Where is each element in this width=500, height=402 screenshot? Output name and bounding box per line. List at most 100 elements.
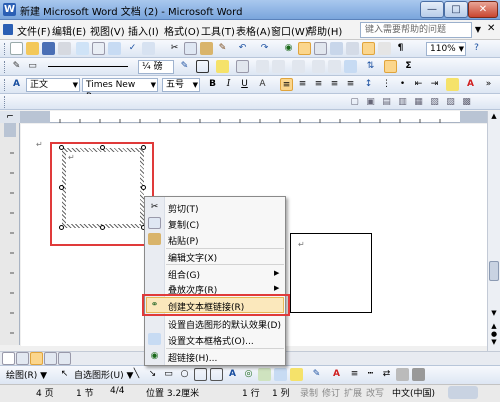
shadow-style-icon[interactable] xyxy=(396,368,409,381)
menu-window[interactable]: 窗口(W) xyxy=(271,23,309,38)
rectangle-tool-icon[interactable]: ▭ xyxy=(162,368,175,381)
drawing-icon[interactable] xyxy=(362,42,375,55)
border-icon[interactable] xyxy=(196,60,209,73)
arrow-style-icon[interactable]: ⇄ xyxy=(380,368,393,381)
ctx-group[interactable]: 组合(G) xyxy=(168,268,200,281)
char-border-icon[interactable]: A xyxy=(256,78,269,91)
line-color-icon[interactable]: ✎ xyxy=(310,368,323,381)
ctx-set-default[interactable]: 设置自选图形的默认效果(D) xyxy=(168,318,281,331)
document-icon[interactable] xyxy=(3,24,13,35)
ctx-hyperlink[interactable]: 超链接(H)... xyxy=(168,351,217,364)
picture-icon[interactable] xyxy=(274,368,287,381)
outline-icon-4[interactable]: ▥ xyxy=(396,96,409,109)
resize-handle[interactable] xyxy=(100,225,105,230)
menu-format[interactable]: 格式(O) xyxy=(164,23,200,38)
vertical-scrollbar[interactable]: ▲ ▼ ▲ ● ▼ xyxy=(487,111,500,351)
undo-icon[interactable]: ↶ xyxy=(236,42,249,55)
menu-file[interactable]: 文件(F) xyxy=(17,23,51,38)
wordart-icon[interactable]: A xyxy=(226,368,239,381)
underline-button[interactable]: U xyxy=(238,78,251,91)
minimize-button[interactable]: — xyxy=(420,1,444,18)
cut-icon[interactable]: ✂ xyxy=(168,42,181,55)
status-record[interactable]: 录制 xyxy=(300,386,318,399)
menu-edit[interactable]: 编辑(E) xyxy=(52,23,86,38)
draw-font-color-icon[interactable]: A xyxy=(330,368,343,381)
scroll-up-arrow[interactable]: ▲ xyxy=(489,112,499,122)
outline-icon-8[interactable]: ▩ xyxy=(460,96,473,109)
align-icon[interactable] xyxy=(292,60,305,73)
help-dropdown-arrow[interactable]: ▼ xyxy=(472,22,484,38)
selected-text-box[interactable] xyxy=(66,152,140,224)
font-size-dropdown[interactable]: 五号 ▼ xyxy=(162,78,200,92)
table-autoformat-icon[interactable] xyxy=(344,60,357,73)
outline-icon-2[interactable]: ▣ xyxy=(364,96,377,109)
menu-help[interactable]: 帮助(H) xyxy=(307,23,342,38)
diagram-icon[interactable]: ◎ xyxy=(242,368,255,381)
status-track[interactable]: 修订 xyxy=(322,386,340,399)
open-folder-icon[interactable] xyxy=(26,42,39,55)
print-layout-icon[interactable] xyxy=(30,352,43,365)
document-close-button[interactable]: ✕ xyxy=(487,23,495,34)
horizontal-ruler[interactable] xyxy=(20,111,490,123)
3d-style-icon[interactable] xyxy=(412,368,425,381)
browse-object-icon[interactable]: ● xyxy=(489,330,499,338)
shading-color-icon[interactable] xyxy=(216,60,229,73)
text-direction-icon[interactable]: ⇅ xyxy=(364,60,377,73)
outline-icon-5[interactable]: ▦ xyxy=(412,96,425,109)
show-hide-icon[interactable]: ¶ xyxy=(394,42,407,55)
menu-tools[interactable]: 工具(T) xyxy=(201,23,235,38)
align-center-icon[interactable]: ≡ xyxy=(296,78,309,91)
help-icon[interactable]: ? xyxy=(470,42,483,55)
select-objects-icon[interactable]: ↖ xyxy=(58,368,71,381)
insert-table-2-icon[interactable] xyxy=(236,60,249,73)
reading-view-icon[interactable] xyxy=(58,352,71,365)
redo-icon[interactable]: ↷ xyxy=(258,42,271,55)
copy-toolbar-icon[interactable] xyxy=(184,42,197,55)
normal-view-icon[interactable] xyxy=(2,352,15,365)
textbox-tool-icon[interactable] xyxy=(194,368,207,381)
hyperlink-toolbar-icon[interactable]: ◉ xyxy=(282,42,295,55)
previous-page-icon[interactable]: ▲ xyxy=(489,322,499,330)
scroll-thumb[interactable] xyxy=(489,261,499,281)
clipart-icon[interactable] xyxy=(258,368,271,381)
save-icon[interactable] xyxy=(42,42,55,55)
menu-insert[interactable]: 插入(I) xyxy=(128,23,159,38)
decrease-indent-icon[interactable]: ⇤ xyxy=(412,78,425,91)
distributed-icon[interactable]: ≡ xyxy=(344,78,357,91)
outline-icon-3[interactable]: ▤ xyxy=(380,96,393,109)
close-button[interactable]: ✕ xyxy=(468,1,498,18)
split-cells-icon[interactable] xyxy=(272,60,285,73)
font-dropdown[interactable]: Times New Roma▼ xyxy=(82,78,158,102)
tables-borders-icon[interactable] xyxy=(298,42,311,55)
arrow-tool-icon[interactable]: ↘ xyxy=(146,368,159,381)
new-document-icon[interactable] xyxy=(10,42,23,55)
format-painter-icon[interactable]: ✎ xyxy=(216,42,229,55)
ctx-edit-text[interactable]: 编辑文字(X) xyxy=(168,251,217,264)
print-preview-icon[interactable] xyxy=(108,42,121,55)
toolbar-grip[interactable] xyxy=(4,61,7,73)
line-style-tool-icon[interactable]: ≡ xyxy=(348,368,361,381)
autoshapes-menu-button[interactable]: 自选图形(U) ▼ xyxy=(74,368,133,381)
highlight-icon[interactable] xyxy=(446,78,459,91)
insert-excel-icon[interactable] xyxy=(330,42,343,55)
sort-ascending-icon[interactable] xyxy=(384,60,397,73)
ctx-copy[interactable]: 复制(C) xyxy=(168,218,199,231)
increase-indent-icon[interactable]: ⇥ xyxy=(428,78,441,91)
ctx-format-textbox[interactable]: 设置文本框格式(O)... xyxy=(168,334,254,347)
permission-icon[interactable] xyxy=(58,42,71,55)
fill-color-icon[interactable] xyxy=(290,368,303,381)
status-overtype[interactable]: 改写 xyxy=(366,386,384,399)
numbering-icon[interactable]: ⋮ xyxy=(380,78,393,91)
toolbar-grip[interactable] xyxy=(4,96,7,108)
web-view-icon[interactable] xyxy=(16,352,29,365)
toolbar-grip[interactable] xyxy=(4,79,7,91)
oval-tool-icon[interactable]: ○ xyxy=(178,368,191,381)
line-spacing-icon[interactable]: ↕ xyxy=(362,78,375,91)
resize-handle[interactable] xyxy=(100,145,105,150)
outline-icon-1[interactable]: ▢ xyxy=(348,96,361,109)
outline-icon-6[interactable]: ▧ xyxy=(428,96,441,109)
scroll-down-arrow[interactable]: ▼ xyxy=(489,309,499,319)
zoom-dropdown[interactable]: 110% ▼ xyxy=(426,42,466,56)
word-app-icon[interactable]: W xyxy=(3,3,16,16)
toolbar-grip[interactable] xyxy=(4,43,7,55)
